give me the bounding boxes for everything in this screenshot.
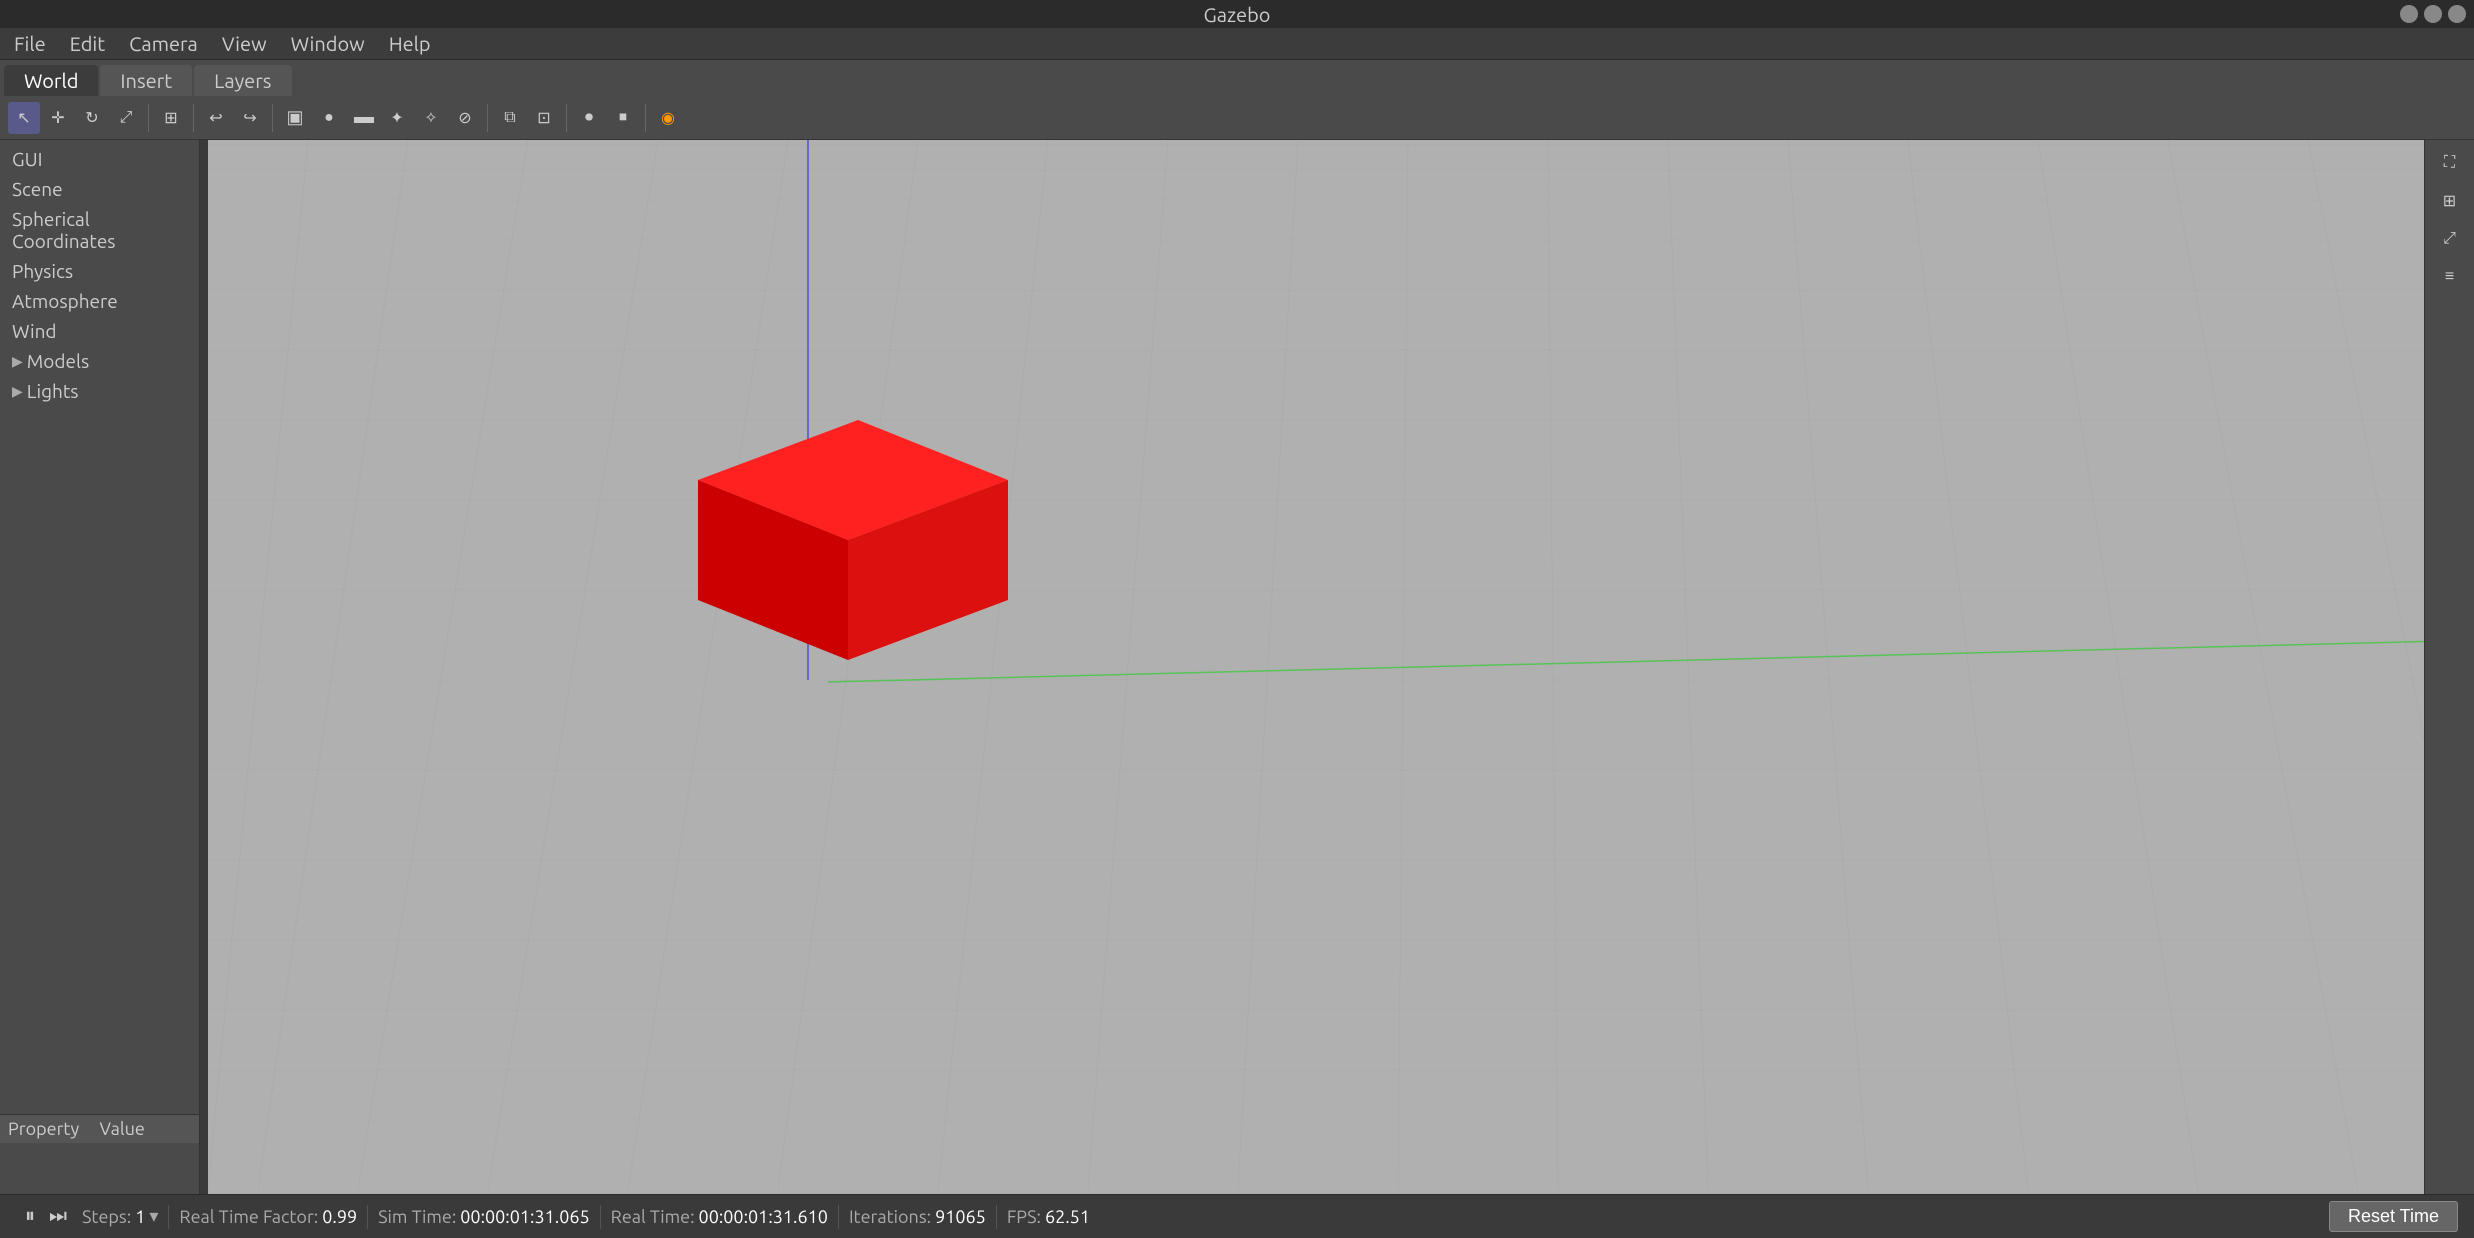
- models-expand-arrow: ▶: [12, 353, 23, 370]
- world-tree: GUI Scene Spherical Coordinates Physics …: [0, 140, 199, 1114]
- menubar: File Edit Camera View Window Help: [0, 28, 2474, 60]
- prop-col-value: Value: [100, 1119, 192, 1139]
- tree-item-gui[interactable]: GUI: [0, 144, 199, 174]
- sim-time-value: 00:00:01:31.065: [460, 1207, 589, 1227]
- steps-item: Steps: 1 ▾: [72, 1206, 168, 1227]
- tree-item-lights[interactable]: ▶ Lights: [0, 376, 199, 406]
- steps-value: 1: [135, 1207, 145, 1227]
- insert-spotlight-button[interactable]: ✧: [415, 102, 447, 134]
- real-time-item: Real Time: 00:00:01:31.610: [601, 1207, 838, 1227]
- translate-button[interactable]: ✛: [42, 102, 74, 134]
- snap-button[interactable]: ⊞: [155, 102, 187, 134]
- grid-canvas: [208, 140, 2424, 1194]
- rtf-value: 0.99: [322, 1207, 357, 1227]
- rtf-label: Real Time Factor:: [179, 1207, 318, 1227]
- toolbar-separator-5: [566, 104, 567, 132]
- insert-cylinder-button[interactable]: ▬: [347, 102, 379, 134]
- menu-camera[interactable]: Camera: [119, 30, 208, 57]
- tree-item-models-label: Models: [27, 350, 89, 372]
- redo-button[interactable]: ↪: [234, 102, 266, 134]
- rotate-button[interactable]: ↻: [76, 102, 108, 134]
- insert-dirlight-button[interactable]: ⊘: [449, 102, 481, 134]
- toolbar-separator-4: [487, 104, 488, 132]
- real-time-factor-item: Real Time Factor: 0.99: [169, 1207, 367, 1227]
- tree-item-wind-label: Wind: [12, 320, 57, 342]
- tree-item-scene[interactable]: Scene: [0, 174, 199, 204]
- chart-button[interactable]: ≡: [2433, 260, 2467, 294]
- fps-value: 62.51: [1045, 1207, 1090, 1227]
- select-mode-button[interactable]: ↖: [8, 102, 40, 134]
- lights-expand-arrow: ▶: [12, 383, 23, 400]
- tab-layers[interactable]: Layers: [194, 65, 291, 96]
- undo-button[interactable]: ↩: [200, 102, 232, 134]
- copy-button[interactable]: ⧉: [494, 102, 526, 134]
- menu-help[interactable]: Help: [379, 30, 441, 57]
- tree-item-atmosphere[interactable]: Atmosphere: [0, 286, 199, 316]
- tree-item-spherical[interactable]: Spherical Coordinates: [0, 204, 199, 256]
- close-btn[interactable]: [2448, 5, 2466, 23]
- steps-label: Steps:: [82, 1207, 131, 1227]
- sim-time-item: Sim Time: 00:00:01:31.065: [368, 1207, 600, 1227]
- viewport[interactable]: [208, 140, 2424, 1194]
- iterations-value: 91065: [935, 1207, 986, 1227]
- expand-button[interactable]: ⤢: [2433, 222, 2467, 256]
- properties-panel: Property Value: [0, 1114, 199, 1194]
- toolbar-separator-6: [645, 104, 646, 132]
- tab-world[interactable]: World: [4, 65, 98, 96]
- toolbar-separator-1: [148, 104, 149, 132]
- insert-sphere-button[interactable]: ●: [313, 102, 345, 134]
- titlebar: Gazebo: [0, 0, 2474, 28]
- fps-label: FPS:: [1007, 1207, 1041, 1227]
- iterations-label: Iterations:: [849, 1207, 931, 1227]
- iterations-item: Iterations: 91065: [839, 1207, 996, 1227]
- step-button[interactable]: ⏭: [44, 1203, 72, 1231]
- tree-item-gui-label: GUI: [12, 148, 42, 170]
- toolbar: ↖ ✛ ↻ ⤢ ⊞ ↩ ↪ ▣ ● ▬ ✦ ✧ ⊘ ⧉ ⊡ ⏺ ⏹ ◉: [0, 96, 2474, 140]
- app-title: Gazebo: [1204, 3, 1271, 26]
- scale-button[interactable]: ⤢: [110, 102, 142, 134]
- left-panel: GUI Scene Spherical Coordinates Physics …: [0, 140, 200, 1194]
- prop-header: Property Value: [0, 1115, 199, 1143]
- tab-insert[interactable]: Insert: [100, 65, 192, 96]
- grid-view-button[interactable]: ⊞: [2433, 184, 2467, 218]
- menu-window[interactable]: Window: [281, 30, 375, 57]
- minimize-btn[interactable]: [2400, 5, 2418, 23]
- pause-button[interactable]: ⏸: [16, 1203, 44, 1231]
- sim-time-label: Sim Time:: [378, 1207, 456, 1227]
- tree-item-physics[interactable]: Physics: [0, 256, 199, 286]
- insert-box-button[interactable]: ▣: [279, 102, 311, 134]
- fps-item: FPS: 62.51: [997, 1207, 1100, 1227]
- menu-view[interactable]: View: [212, 30, 277, 57]
- record-button[interactable]: ⏺: [573, 102, 605, 134]
- right-icon-strip: ⛶ ⊞ ⤢ ≡: [2424, 140, 2474, 1194]
- main-area: GUI Scene Spherical Coordinates Physics …: [0, 140, 2474, 1194]
- toolbar-separator-3: [272, 104, 273, 132]
- prop-col-property: Property: [8, 1119, 100, 1139]
- insert-pointlight-button[interactable]: ✦: [381, 102, 413, 134]
- resize-handle[interactable]: [200, 140, 208, 1194]
- real-time-label: Real Time:: [611, 1207, 695, 1227]
- tree-item-spherical-label: Spherical Coordinates: [12, 208, 187, 252]
- tree-item-wind[interactable]: Wind: [0, 316, 199, 346]
- menu-edit[interactable]: Edit: [60, 30, 115, 57]
- tree-item-scene-label: Scene: [12, 178, 63, 200]
- menu-file[interactable]: File: [4, 30, 56, 57]
- steps-dropdown[interactable]: ▾: [149, 1206, 158, 1227]
- screenshot-button[interactable]: ⏹: [607, 102, 639, 134]
- statusbar: ⏸ ⏭ Steps: 1 ▾ Real Time Factor: 0.99 Si…: [0, 1194, 2474, 1238]
- tree-item-lights-label: Lights: [27, 380, 79, 402]
- tree-item-atmosphere-label: Atmosphere: [12, 290, 118, 312]
- maximize-view-button[interactable]: ⛶: [2433, 146, 2467, 180]
- toolbar-separator-2: [193, 104, 194, 132]
- reset-time-button[interactable]: Reset Time: [2329, 1201, 2458, 1232]
- orange-icon-button[interactable]: ◉: [652, 102, 684, 134]
- real-time-value: 00:00:01:31.610: [699, 1207, 828, 1227]
- tree-item-models[interactable]: ▶ Models: [0, 346, 199, 376]
- window-controls: [2400, 5, 2466, 23]
- maximize-btn[interactable]: [2424, 5, 2442, 23]
- tree-item-physics-label: Physics: [12, 260, 73, 282]
- paste-button[interactable]: ⊡: [528, 102, 560, 134]
- tab-bar: World Insert Layers: [0, 60, 2474, 96]
